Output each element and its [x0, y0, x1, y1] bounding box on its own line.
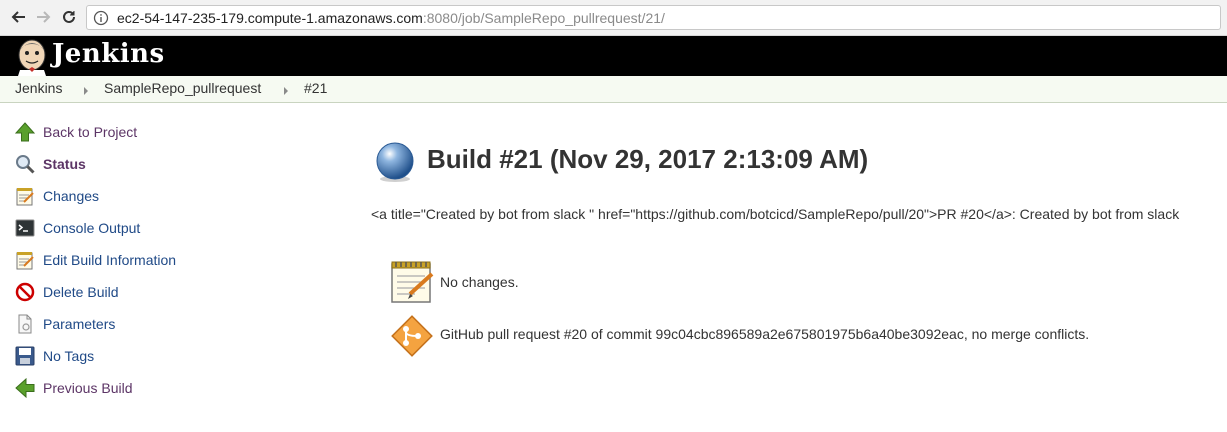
task-label[interactable]: Status: [43, 156, 86, 172]
task-label[interactable]: Edit Build Information: [43, 252, 176, 268]
page-title: Build #21 (Nov 29, 2017 2:13:09 AM): [427, 144, 869, 174]
task-label[interactable]: Changes: [43, 188, 99, 204]
git-pull-request-text: GitHub pull request #20 of commit 99c04c…: [440, 326, 1090, 342]
search-icon: [14, 153, 36, 175]
info-icon[interactable]: [93, 10, 109, 26]
task-label[interactable]: No Tags: [43, 348, 94, 364]
url-path: :8080/job/SampleRepo_pullrequest/21/: [422, 9, 665, 26]
task-parameters[interactable]: Parameters: [14, 312, 115, 336]
git-merge-icon: [391, 315, 433, 357]
breadcrumb-job[interactable]: SampleRepo_pullrequest: [104, 80, 261, 96]
jenkins-logo-icon[interactable]: [14, 38, 50, 76]
task-console-output[interactable]: Console Output: [14, 216, 140, 240]
task-label[interactable]: Console Output: [43, 220, 140, 236]
notepad-icon: [14, 249, 36, 271]
task-changes[interactable]: Changes: [14, 184, 99, 208]
task-label[interactable]: Parameters: [43, 316, 115, 332]
task-status[interactable]: Status: [14, 152, 86, 176]
notepad-icon: [14, 185, 36, 207]
jenkins-header: Jenkins: [0, 36, 1227, 76]
left-arrow-icon: [14, 377, 36, 399]
breadcrumb-build[interactable]: #21: [304, 80, 327, 96]
address-bar[interactable]: ec2-54-147-235-179.compute-1.amazonaws.c…: [86, 5, 1221, 30]
save-icon: [14, 345, 36, 367]
task-no-tags[interactable]: No Tags: [14, 344, 94, 368]
build-status-ball-icon: [376, 142, 414, 182]
no-entry-icon: [14, 281, 36, 303]
build-description: <a title="Created by bot from slack " hr…: [371, 206, 1180, 222]
breadcrumb-separator-icon: [284, 87, 288, 95]
reload-icon[interactable]: [58, 6, 80, 28]
up-arrow-icon: [14, 121, 36, 143]
browser-toolbar: ec2-54-147-235-179.compute-1.amazonaws.c…: [0, 0, 1227, 36]
task-label[interactable]: Delete Build: [43, 284, 119, 300]
task-delete-build[interactable]: Delete Build: [14, 280, 119, 304]
url-host: ec2-54-147-235-179.compute-1.amazonaws.c…: [117, 9, 423, 26]
forward-arrow-icon[interactable]: [32, 6, 54, 28]
breadcrumb-jenkins[interactable]: Jenkins: [15, 80, 62, 96]
notepad-icon: [391, 261, 434, 303]
no-changes-text: No changes.: [440, 274, 519, 290]
task-edit-build-information[interactable]: Edit Build Information: [14, 248, 176, 272]
task-previous-build[interactable]: Previous Build: [14, 376, 133, 400]
back-arrow-icon[interactable]: [8, 6, 30, 28]
terminal-icon: [14, 217, 36, 239]
breadcrumb: Jenkins SampleRepo_pullrequest #21: [0, 76, 1227, 103]
task-label[interactable]: Back to Project: [43, 124, 137, 140]
breadcrumb-separator-icon: [84, 87, 88, 95]
document-icon: [14, 313, 36, 335]
app-title[interactable]: Jenkins: [52, 39, 165, 69]
task-label[interactable]: Previous Build: [43, 380, 133, 396]
task-back-to-project[interactable]: Back to Project: [14, 120, 137, 144]
